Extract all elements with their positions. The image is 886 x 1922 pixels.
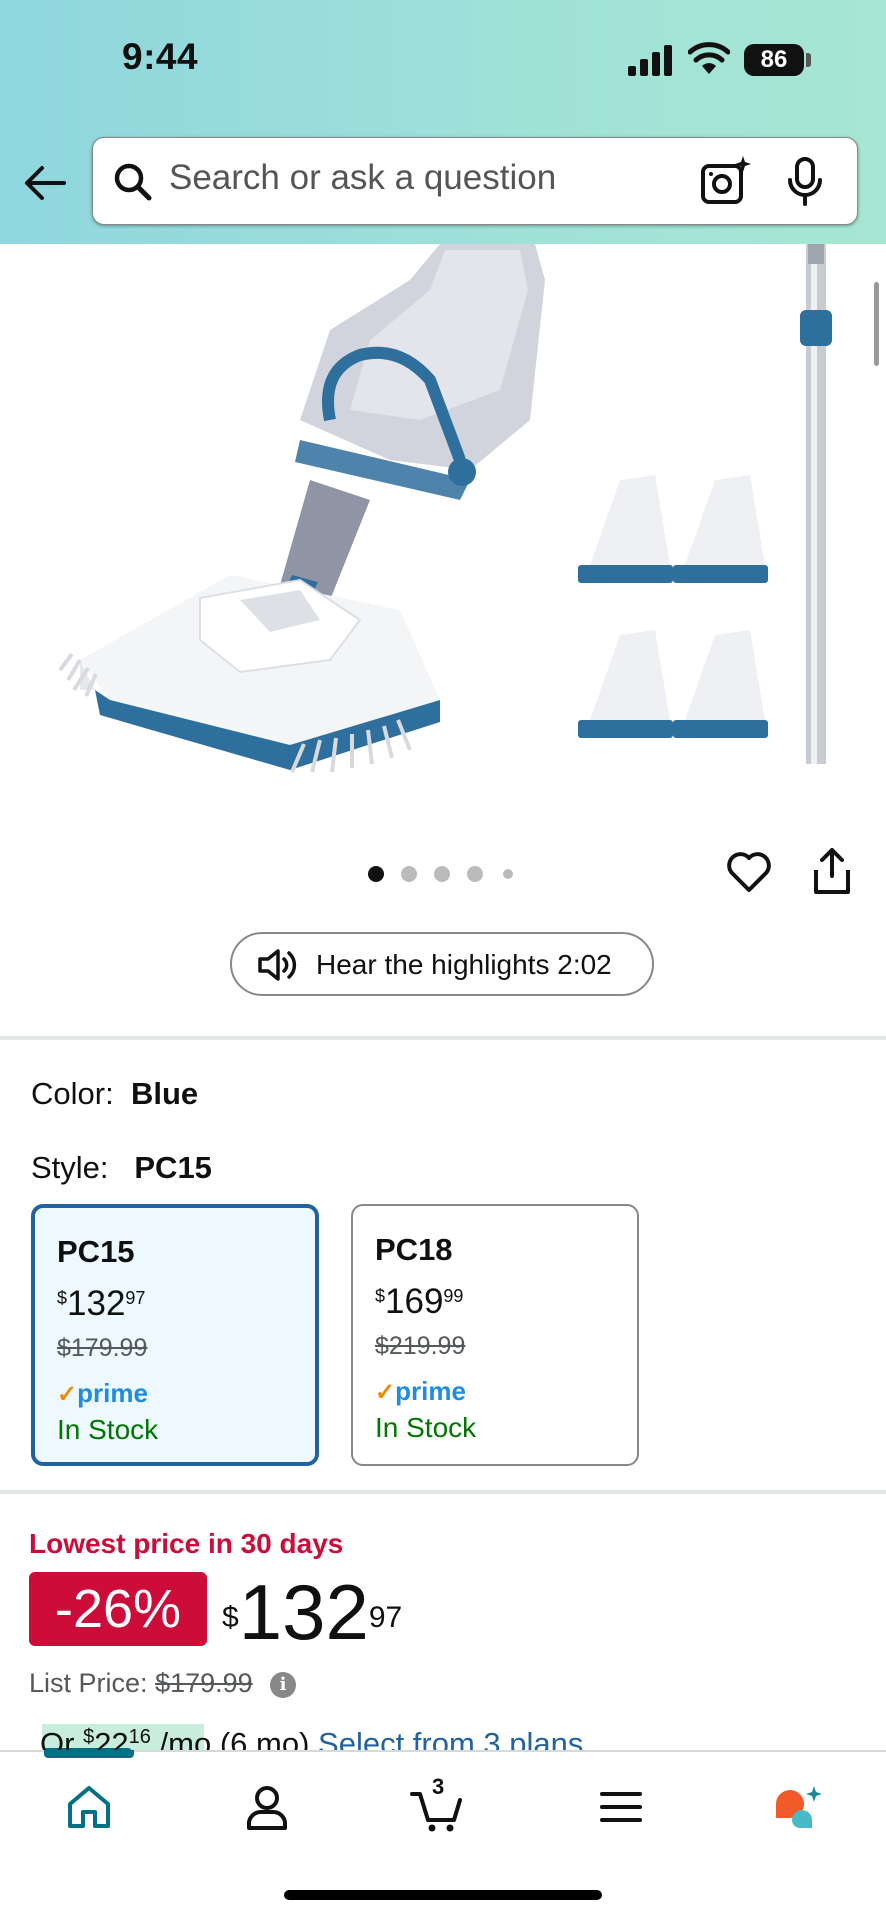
search-input[interactable]: Search or ask a question: [92, 137, 858, 225]
list-price-row: List Price: $179.99: [29, 1668, 253, 1699]
back-arrow-icon[interactable]: [20, 158, 70, 208]
current-price: $13297: [222, 1568, 403, 1656]
prime-badge: ✓prime: [57, 1378, 148, 1408]
style-option-pc18[interactable]: PC18 $16999 $219.99 ✓prime In Stock: [351, 1204, 639, 1466]
cellular-signal-icon: [628, 45, 672, 76]
carousel-dot-active[interactable]: [368, 866, 384, 882]
style-option-list-price: $179.99: [57, 1334, 148, 1362]
color-row: Color: Blue: [31, 1076, 198, 1112]
color-label: Color:: [31, 1076, 114, 1111]
home-icon[interactable]: [62, 1780, 116, 1834]
home-indicator: [284, 1890, 602, 1900]
style-option-pc15[interactable]: PC15 $13297 $179.99 ✓prime In Stock: [31, 1204, 319, 1466]
style-option-price: $16999: [375, 1282, 464, 1321]
battery-icon: 86: [744, 44, 804, 76]
battery-cap: [806, 53, 811, 67]
discount-badge: -26%: [29, 1572, 207, 1646]
carousel-dot[interactable]: [503, 869, 513, 879]
carousel-dot[interactable]: [401, 866, 417, 882]
heart-icon[interactable]: [726, 850, 772, 894]
style-option-price: $13297: [57, 1284, 146, 1323]
style-option-list-price: $219.99: [375, 1332, 466, 1360]
camera-search-icon[interactable]: [699, 154, 753, 208]
hear-highlights-label: Hear the highlights 2:02: [316, 949, 612, 980]
style-option-name: PC15: [57, 1234, 135, 1269]
style-option-name: PC18: [375, 1232, 453, 1267]
cart-count: 3: [432, 1774, 445, 1799]
style-label: Style:: [31, 1150, 109, 1185]
list-price-value: $179.99: [155, 1668, 253, 1698]
deal-label: Lowest price in 30 days: [29, 1528, 344, 1559]
rufus-icon[interactable]: [770, 1780, 824, 1834]
status-time: 9:44: [122, 36, 199, 77]
share-icon[interactable]: [810, 846, 854, 896]
menu-icon[interactable]: [594, 1780, 648, 1834]
scroll-indicator[interactable]: [874, 282, 879, 366]
carousel-dot[interactable]: [434, 866, 450, 882]
style-row: Style: PC15: [31, 1150, 212, 1186]
home-active-indicator: [44, 1750, 134, 1758]
style-value: PC15: [134, 1150, 212, 1185]
list-price-label: List Price:: [29, 1668, 148, 1698]
info-icon[interactable]: i: [270, 1672, 296, 1698]
carousel-dot[interactable]: [467, 866, 483, 882]
hear-highlights-button[interactable]: Hear the highlights 2:02: [230, 932, 654, 996]
style-option-stock: In Stock: [375, 1412, 477, 1443]
wifi-icon: [688, 42, 730, 74]
color-value: Blue: [130, 1076, 199, 1111]
style-option-stock: In Stock: [57, 1414, 159, 1445]
prime-check-icon: ✓: [375, 1379, 396, 1406]
account-icon[interactable]: [240, 1780, 294, 1834]
speaker-icon: [258, 949, 297, 981]
microphone-icon[interactable]: [785, 156, 825, 208]
header-bar: 9:44 86 Search or ask a question: [0, 0, 886, 244]
search-icon: [114, 163, 152, 201]
section-divider: [0, 1490, 886, 1494]
prime-badge: ✓prime: [375, 1376, 466, 1406]
product-image[interactable]: [0, 244, 886, 794]
section-divider: [0, 1036, 886, 1040]
cart-icon[interactable]: 3: [410, 1774, 464, 1834]
prime-check-icon: ✓: [57, 1381, 78, 1408]
search-placeholder: Search or ask a question: [169, 158, 557, 197]
